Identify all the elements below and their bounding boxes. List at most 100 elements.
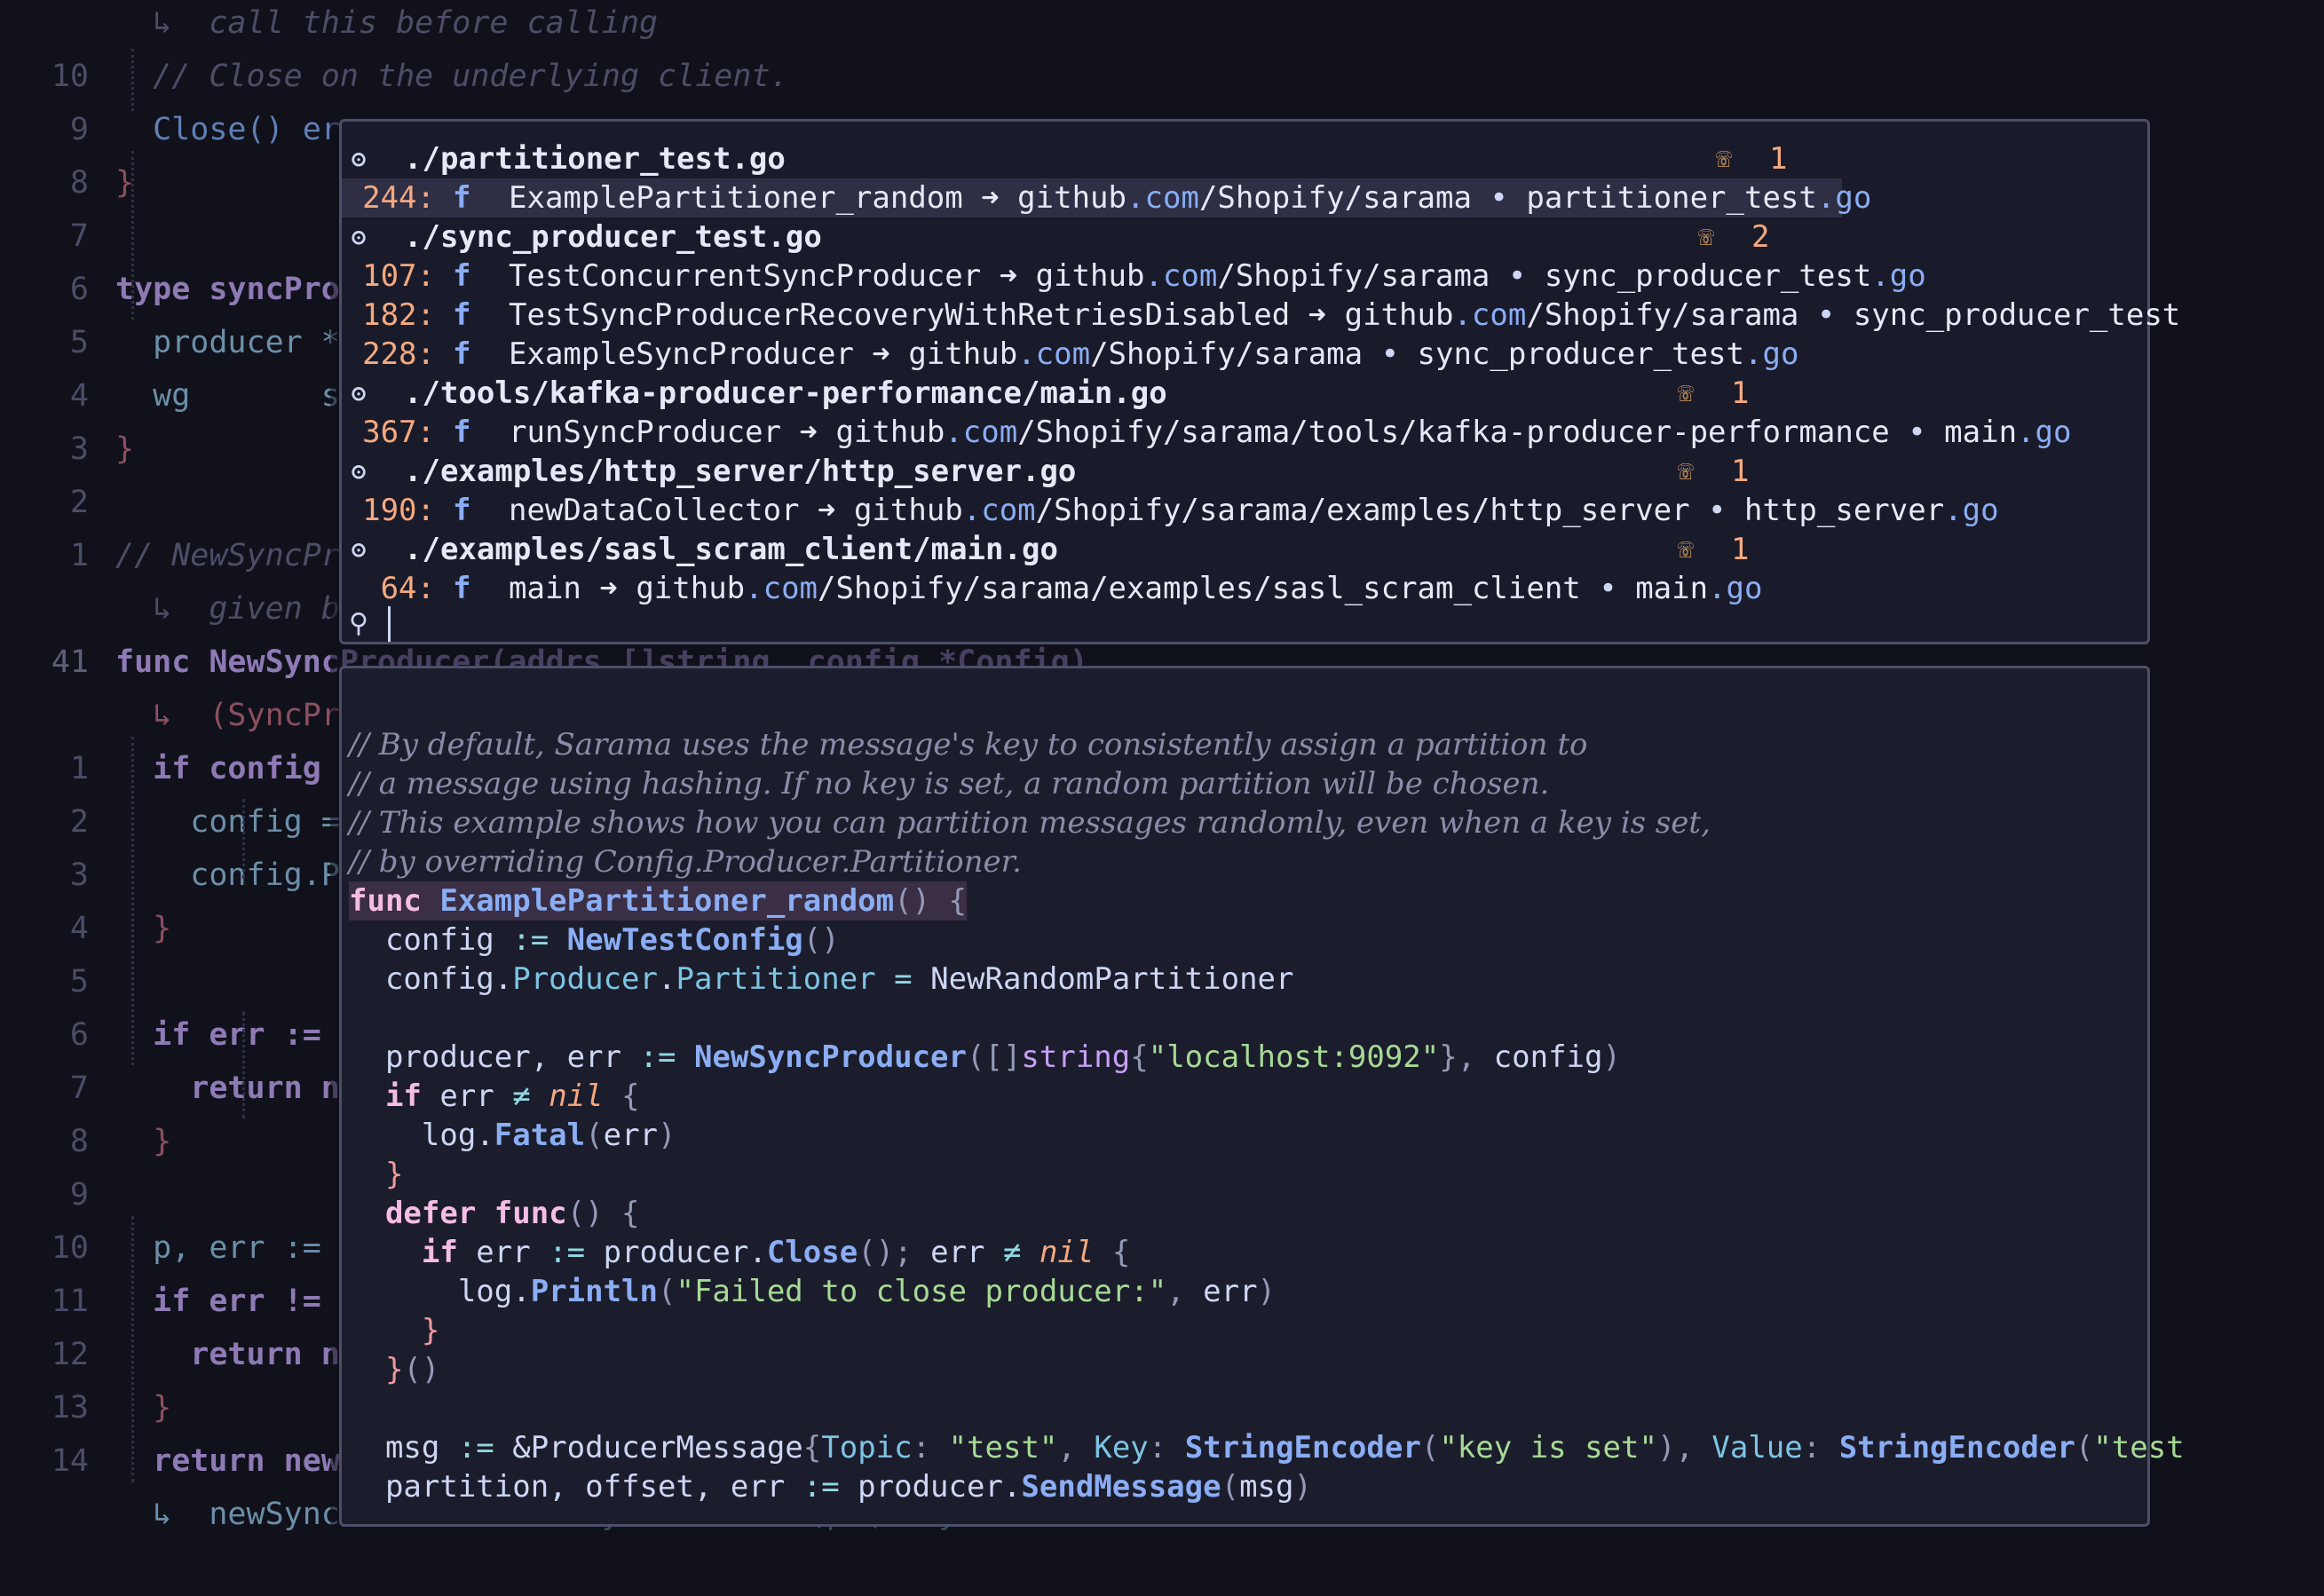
code-token: Value [1711,1430,1803,1466]
line-number: 1 [69,538,89,573]
code-line: log.Fatal(err) [349,1116,676,1155]
code-line: partition, offset, err := producer.SendM… [349,1467,1312,1506]
package-host: github [636,571,746,606]
code-token: ≠ [512,1078,531,1114]
package-path: /Shopify/sarama [1217,258,1490,294]
file-ext: .go [1744,336,1799,372]
result-item-row[interactable]: 107: f TestConcurrentSyncProducer ➜ github… [342,257,2147,296]
code-token: "localhost:9092" [1148,1039,1440,1075]
code-text: // Close on the underlying client. [115,59,789,94]
result-item-row[interactable]: 244: f ExamplePartitioner_random ➜ github.… [342,178,1871,217]
code-token: Producer [512,961,658,997]
code-token: ) [1293,1469,1312,1505]
code-token: defer func [349,1196,567,1231]
function-icon: f [453,571,471,606]
code-token: } [349,1157,404,1192]
code-token: string [1021,1039,1131,1075]
result-file-row[interactable]: ʘ ./tools/kafka-producer-performance/main… [342,374,2147,413]
reference-count: 1 [1731,532,1750,567]
code-token: := [802,1469,840,1505]
comment-line: // by overriding Config.Producer.Partiti… [349,844,1022,880]
result-item-row[interactable]: 64: f main ➜ github.com/Shopify/sarama/exa… [342,569,2147,608]
file-path: ./examples/http_server/http_server.go [404,454,1077,489]
code-token: := [457,1430,494,1466]
package-domain: .com [745,571,818,606]
code-token: := [549,1235,586,1270]
code-line: log.Println("Failed to close producer:",… [349,1272,1276,1311]
separator-dot: • [1363,336,1418,372]
separator-dot: • [1490,258,1545,294]
line-number: 3 [69,431,89,467]
file-path: ./tools/kafka-producer-performance/main.… [404,375,1167,411]
result-item-row[interactable]: 367: f runSyncProducer ➜ github.com/Shopif… [342,413,2147,452]
code-token: StringEncoder [1184,1430,1421,1466]
editor-line: 10 // Close on the underlying client. [0,50,2324,103]
line-number: 9 [69,1177,89,1213]
line-number: 10 [51,59,89,94]
code-line: producer, err := NewSyncProducer([]strin… [349,1038,1621,1077]
code-text: } [115,1124,172,1159]
code-token: ( [585,1118,604,1153]
indent-guide [242,799,245,879]
code-token: StringEncoder [1838,1430,2075,1466]
package-domain: .com [1144,258,1218,294]
function-icon: f [453,493,471,528]
code-line: if err := producer.Close(); err ≠ nil { [349,1233,1130,1272]
code-token: : [1148,1430,1185,1466]
code-token: err [930,1235,1003,1270]
code-token: "Failed to close producer:" [676,1274,1167,1309]
separator-dot: • [1798,297,1854,333]
indent-guide [131,1216,134,1482]
file-ext: .go [1816,180,1872,216]
line-number: 8 [69,165,89,201]
code-token: } [349,1313,440,1348]
references-results-panel[interactable]: ʘ ./partitioner_test.go ☏ 1 244: f ExamplePart… [339,119,2180,644]
line-number: 64: [380,571,435,606]
code-token: &ProducerMessage [494,1430,803,1466]
indent-guide [131,49,134,111]
file-path: ./examples/sasl_scram_client/main.go [404,532,1058,567]
file-base: sync_producer_test [1417,336,1745,372]
separator-dot: • [1689,493,1744,528]
code-token: () { [566,1196,640,1231]
code-token: config. [349,961,513,997]
line-number: 7 [69,218,89,254]
arrow-icon: ➜ [1290,297,1345,333]
result-file-row[interactable]: ʘ ./examples/sasl_scram_client/main.go ☏ 1 [342,530,2147,569]
package-host: github [835,415,945,450]
code-text: ↳ call this before calling [115,5,659,41]
code-token: log. [349,1118,494,1153]
incoming-calls-icon: ☏ [1698,221,1715,252]
code-line: } [349,1155,403,1194]
file-path: ./partitioner_test.go [404,141,786,177]
code-token: Println [530,1274,658,1309]
package-path: /Shopify/sarama [1198,180,1472,216]
line-number: 2 [69,485,89,520]
function-icon: f [453,180,471,216]
function-icon: f [453,258,471,294]
result-file-row[interactable]: ʘ ./partitioner_test.go ☏ 1 [342,139,2147,178]
result-item-row[interactable]: 190: f newDataCollector ➜ github.com/Shopi… [342,491,2147,530]
reference-count: 2 [1751,219,1770,255]
line-number: 4 [69,911,89,946]
file-base: partitioner_test [1526,180,1817,216]
result-item-row[interactable]: 182: f TestSyncProducerRecoveryWithRetries… [342,296,2180,335]
code-line: } [349,1311,439,1350]
code-token: () [403,1352,440,1387]
code-line: }() [349,1350,439,1389]
code-token: ExamplePartitioner_random [439,883,895,919]
result-file-row[interactable]: ʘ ./sync_producer_test.go ☏ 2 [342,217,2147,257]
symbol-location: TestConcurrentSyncProducer ➜ github.com/… [509,257,1926,296]
package-host: github [1344,297,1454,333]
result-file-row[interactable]: ʘ ./examples/http_server/http_server.go ☏ 1 [342,452,2147,491]
code-token: NewRandomPartitioner [912,961,1294,997]
code-line: if err ≠ nil { [349,1077,640,1116]
indent-guide [242,1012,245,1118]
code-token: ) [658,1118,676,1153]
comment-line: // By default, Sarama uses the message's… [349,727,1588,762]
result-item-row[interactable]: 228: f ExampleSyncProducer ➜ github.com/Sh… [342,335,2147,374]
arrow-icon: ➜ [981,258,1036,294]
